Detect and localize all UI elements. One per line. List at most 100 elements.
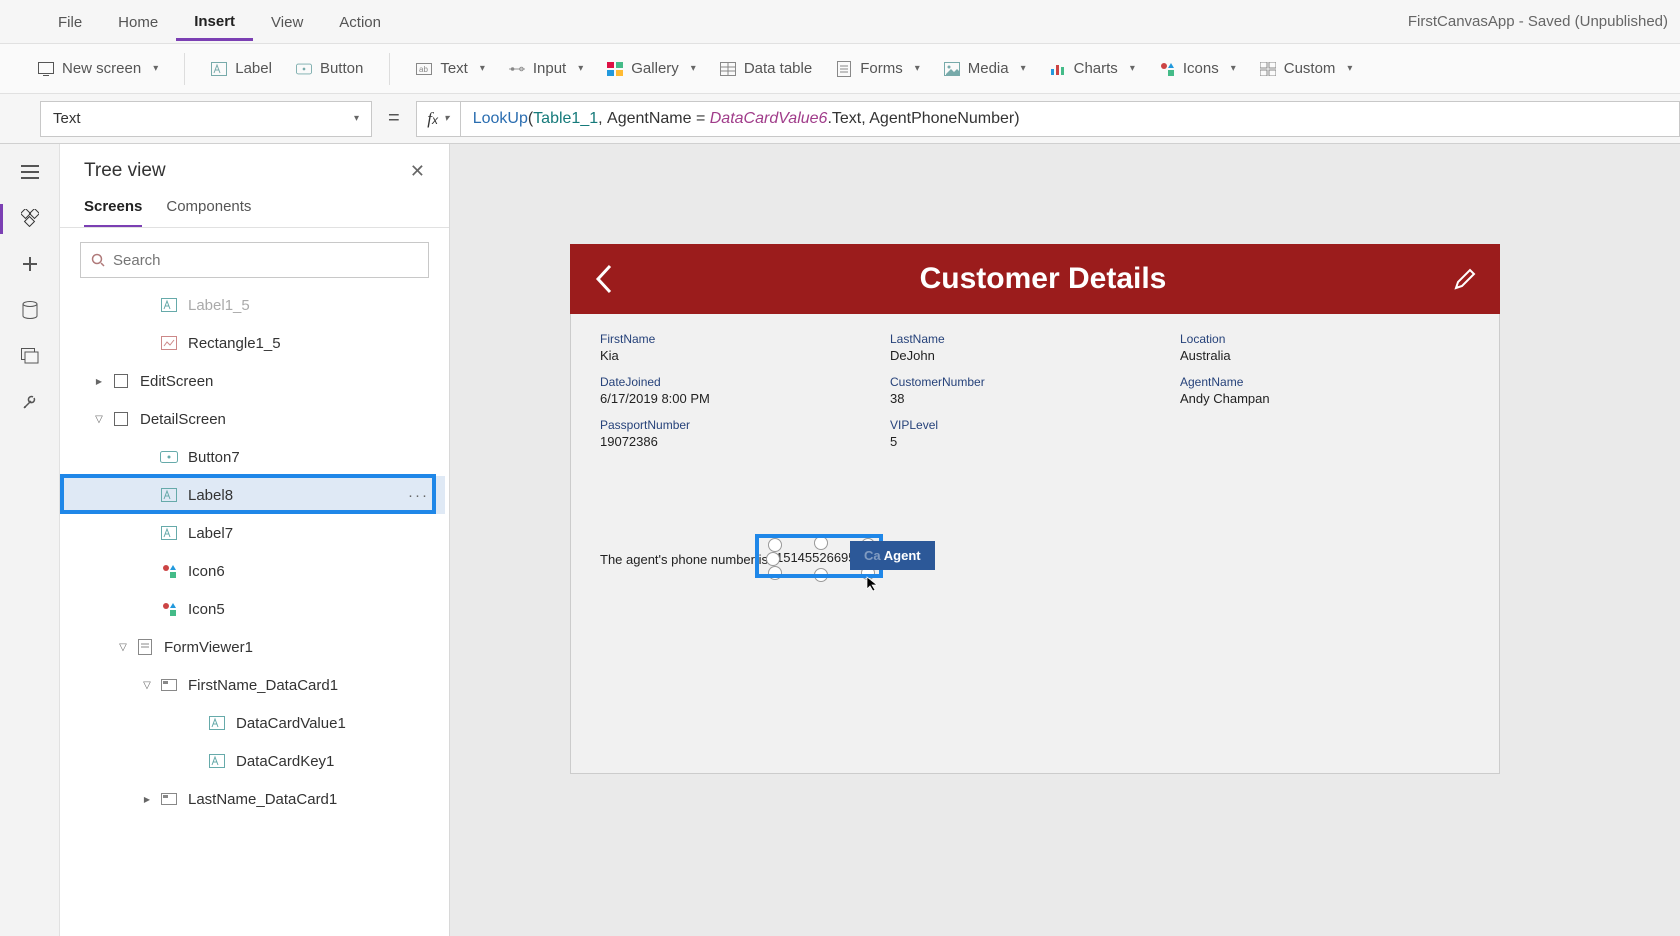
forms-label: Forms — [860, 60, 903, 77]
cursor-icon — [866, 576, 880, 592]
button-button[interactable]: Button — [286, 54, 373, 83]
tree-item-detailscreen[interactable]: ▽DetailScreen — [60, 400, 445, 438]
table-icon — [720, 61, 736, 77]
text-icon: ab — [416, 61, 432, 77]
formula-expr2: .Text, AgentPhoneNumber) — [827, 110, 1019, 128]
edit-icon[interactable] — [1452, 266, 1478, 292]
left-rail — [0, 144, 60, 936]
menu-action[interactable]: Action — [321, 4, 399, 39]
search-input[interactable] — [113, 252, 418, 269]
field-label: Location — [1180, 332, 1470, 346]
back-icon[interactable] — [592, 262, 614, 296]
gallery-icon — [607, 61, 623, 77]
tree-caret[interactable]: ▶ — [88, 377, 110, 386]
tree-item-datacardvalue1[interactable]: DataCardValue1 — [60, 704, 445, 742]
charts-label: Charts — [1074, 60, 1118, 77]
chevron-down-icon: ▾ — [354, 113, 359, 124]
forms-button[interactable]: Forms ▾ — [826, 54, 930, 83]
call-agent-button[interactable]: Ca Agent — [850, 541, 935, 570]
field-passportnumber: PassportNumber19072386 — [600, 418, 890, 449]
canvas-area[interactable]: Customer Details FirstNameKiaDateJoined6… — [450, 144, 1680, 936]
tree-caret[interactable]: ▶ — [136, 795, 158, 804]
chevron-down-icon: ▾ — [915, 63, 920, 74]
media-button[interactable]: Media ▾ — [934, 54, 1036, 83]
menu-view[interactable]: View — [253, 4, 321, 39]
new-screen-button[interactable]: New screen ▾ — [28, 54, 168, 83]
field-label: AgentName — [1180, 375, 1470, 389]
tools-icon[interactable] — [20, 392, 40, 412]
property-selector[interactable]: Text ▾ — [40, 101, 372, 137]
media-icon[interactable] — [20, 346, 40, 366]
tab-components[interactable]: Components — [166, 190, 251, 227]
data-icon[interactable] — [20, 300, 40, 320]
btn-icon — [158, 451, 180, 463]
media-icon — [944, 61, 960, 77]
gallery-button[interactable]: Gallery ▾ — [597, 54, 706, 83]
tree-search[interactable] — [80, 242, 429, 278]
field-label: DateJoined — [600, 375, 890, 389]
formula-input[interactable]: LookUp(Table1_1, AgentName = DataCardVal… — [460, 101, 1680, 137]
tree-item-label: DataCardValue1 — [236, 715, 346, 732]
fx-button[interactable]: fx ▾ — [416, 101, 460, 137]
tree-item-label: Rectangle1_5 — [188, 335, 281, 352]
svg-text:ab: ab — [419, 65, 428, 74]
form-fields: FirstNameKiaDateJoined6/17/2019 8:00 PMP… — [570, 314, 1500, 465]
tree-item-datacardkey1[interactable]: DataCardKey1 — [60, 742, 445, 780]
screen-icon — [110, 374, 132, 388]
menu-home[interactable]: Home — [100, 4, 176, 39]
label-icon — [158, 298, 180, 312]
tree-item-firstname_datacard1[interactable]: ▽FirstName_DataCard1 — [60, 666, 445, 704]
custom-button[interactable]: Custom ▾ — [1250, 54, 1363, 83]
text-label: Text — [440, 60, 468, 77]
tree-item-label8[interactable]: Label8··· — [60, 476, 445, 514]
preview-header: Customer Details — [570, 244, 1500, 314]
tree-item-button7[interactable]: Button7 — [60, 438, 445, 476]
tree-item-label1_5[interactable]: Label1_5 — [60, 286, 445, 324]
ribbon: New screen ▾ Label Button ab Text ▾ Inpu… — [0, 44, 1680, 94]
app-preview: Customer Details FirstNameKiaDateJoined6… — [570, 244, 1500, 774]
rect-icon — [158, 336, 180, 350]
icons-icon — [158, 601, 180, 617]
tree-item-rectangle1_5[interactable]: Rectangle1_5 — [60, 324, 445, 362]
icons-icon — [1159, 61, 1175, 77]
tree-view-icon[interactable] — [20, 208, 40, 228]
form-icon — [134, 639, 156, 655]
tree-item-editscreen[interactable]: ▶EditScreen — [60, 362, 445, 400]
formula-bar: Text ▾ = fx ▾ LookUp(Table1_1, AgentName… — [0, 94, 1680, 144]
tree-item-lastname_datacard1[interactable]: ▶LastName_DataCard1 — [60, 780, 445, 818]
label-icon — [206, 716, 228, 730]
field-customernumber: CustomerNumber38 — [890, 375, 1180, 406]
icons-button[interactable]: Icons ▾ — [1149, 54, 1246, 83]
tab-screens[interactable]: Screens — [84, 190, 142, 227]
label-button[interactable]: Label — [201, 54, 282, 83]
menu-file[interactable]: File — [40, 4, 100, 39]
tree-body[interactable]: Label1_5 Rectangle1_5 ▶EditScreen▽DetailSc… — [60, 286, 449, 936]
charts-button[interactable]: Charts ▾ — [1040, 54, 1145, 83]
label-label: Label — [235, 60, 272, 77]
datatable-button[interactable]: Data table — [710, 54, 822, 83]
chevron-down-icon: ▾ — [480, 63, 485, 74]
card-icon — [158, 793, 180, 805]
more-icon[interactable]: ··· — [408, 487, 429, 504]
tree-item-icon6[interactable]: Icon6 — [60, 552, 445, 590]
text-button[interactable]: ab Text ▾ — [406, 54, 495, 83]
icons-icon — [158, 563, 180, 579]
menu-insert[interactable]: Insert — [176, 3, 253, 41]
add-icon[interactable] — [20, 254, 40, 274]
tree-caret[interactable]: ▽ — [88, 414, 110, 425]
hamburger-icon[interactable] — [20, 162, 40, 182]
equals-sign: = — [372, 107, 416, 130]
tree-item-label7[interactable]: Label7 — [60, 514, 445, 552]
chevron-down-icon: ▾ — [578, 63, 583, 74]
field-label: PassportNumber — [600, 418, 890, 432]
tree-item-label: Label1_5 — [188, 297, 250, 314]
app-save-status: FirstCanvasApp - Saved (Unpublished) — [1408, 13, 1680, 30]
tree-item-formviewer1[interactable]: ▽FormViewer1 — [60, 628, 445, 666]
tree-caret[interactable]: ▽ — [112, 642, 134, 653]
tree-caret[interactable]: ▽ — [136, 680, 158, 691]
close-panel-icon[interactable]: ✕ — [410, 161, 425, 182]
formula-expr1: AgentName = — [607, 110, 710, 128]
tree-item-icon5[interactable]: Icon5 — [60, 590, 445, 628]
field-value: 5 — [890, 434, 1180, 449]
input-button[interactable]: Input ▾ — [499, 54, 593, 83]
